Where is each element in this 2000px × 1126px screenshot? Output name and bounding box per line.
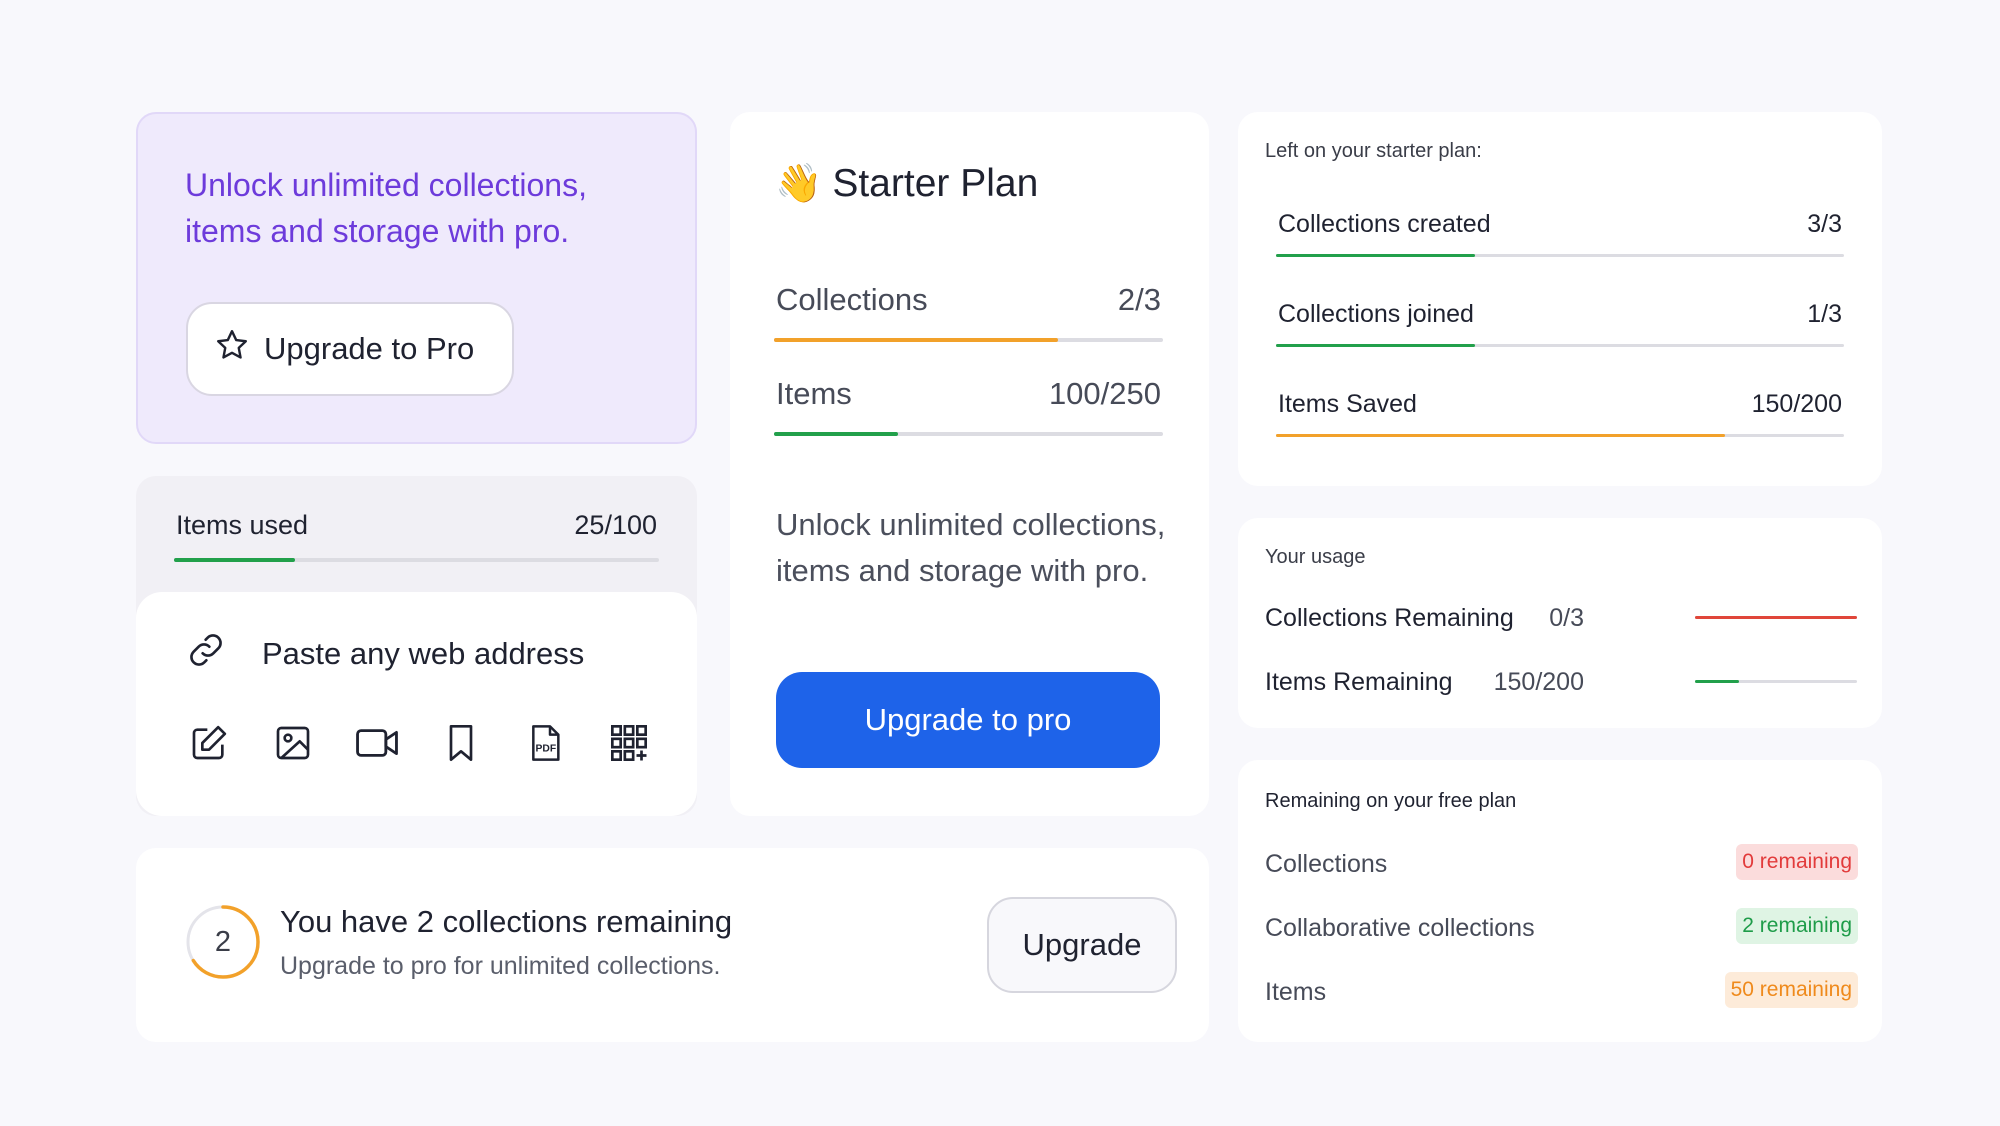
items-used-progress-fill <box>174 558 296 562</box>
starter-description: Unlock unlimited collections, items and … <box>776 507 1166 588</box>
grid-add-icon[interactable] <box>606 720 652 766</box>
items-saved-progress-fill <box>1276 434 1725 437</box>
your-usage-label: Your usage <box>1265 546 1366 568</box>
collections-joined-row: Collections joined 1/3 <box>1278 300 1842 329</box>
collections-created-progress-fill <box>1276 254 1475 257</box>
starter-items-progress-fill <box>774 432 899 436</box>
items-saved-label: Items Saved <box>1278 390 1417 418</box>
collections-joined-progress-fill <box>1276 344 1475 347</box>
remaining-count: 2 <box>214 925 232 958</box>
upgrade-to-pro-button[interactable]: Upgrade to Pro <box>186 302 514 396</box>
starter-collections-value: 2/3 <box>1117 282 1161 317</box>
items-remaining-progress <box>1695 680 1857 683</box>
starter-collections-label: Collections <box>776 282 928 317</box>
pdf-icon[interactable]: PDF <box>522 720 568 766</box>
items-remaining-label: Items Remaining <box>1265 668 1453 696</box>
starter-plan-title: 👋 Starter Plan <box>775 162 1038 206</box>
edit-icon[interactable] <box>186 720 232 766</box>
bookmark-icon[interactable] <box>438 720 484 766</box>
waving-hand-icon: 👋 <box>775 163 823 205</box>
free-items-label: Items <box>1265 978 1327 1006</box>
upgrade-to-pro-primary-button[interactable]: Upgrade to pro <box>776 672 1160 768</box>
starter-items-row: Items 100/250 <box>776 376 1161 412</box>
banner-title: You have 2 collections remaining <box>280 904 733 939</box>
free-collections-badge: 0 remaining <box>1736 844 1858 880</box>
items-remaining-progress-fill <box>1695 680 1739 683</box>
starter-plan-card: 👋 Starter Plan Collections 2/3 Items 100… <box>730 112 1209 816</box>
items-used-progress <box>174 558 659 562</box>
free-collections-label: Collections <box>1265 850 1388 878</box>
collections-created-row: Collections created 3/3 <box>1278 210 1842 239</box>
collections-remaining-progress-fill <box>1695 616 1857 619</box>
free-collaborative-badge: 2 remaining <box>1736 908 1858 944</box>
image-icon[interactable] <box>270 720 316 766</box>
items-remaining-value: 150/200 <box>1493 668 1584 696</box>
left-on-starter-card: Left on your starter plan: Collections c… <box>1238 112 1882 486</box>
promo-text: Unlock unlimited collections, items and … <box>185 167 587 249</box>
left-on-starter-label: Left on your starter plan: <box>1265 140 1482 162</box>
collections-created-progress <box>1276 254 1844 257</box>
video-icon[interactable] <box>354 720 400 766</box>
collections-created-label: Collections created <box>1278 210 1491 238</box>
collections-joined-value: 1/3 <box>1807 300 1842 328</box>
upgrade-button[interactable]: Upgrade <box>987 897 1177 993</box>
svg-text:PDF: PDF <box>535 743 556 754</box>
items-used-value: 25/100 <box>574 510 657 540</box>
items-saved-row: Items Saved 150/200 <box>1278 390 1842 419</box>
collections-remaining-banner: 2 You have 2 collections remaining Upgra… <box>136 848 1209 1042</box>
free-collaborative-label: Collaborative collections <box>1265 914 1535 942</box>
paste-address-input[interactable]: Paste any web address <box>186 630 584 678</box>
starter-items-progress <box>774 432 1163 436</box>
starter-collections-progress-fill <box>774 338 1058 342</box>
banner-subtitle: Upgrade to pro for unlimited collections… <box>280 952 721 980</box>
starter-collections-progress <box>774 338 1163 342</box>
collections-joined-progress <box>1276 344 1844 347</box>
link-icon <box>186 630 226 678</box>
starter-items-value: 100/250 <box>1048 376 1161 411</box>
paste-address-placeholder: Paste any web address <box>262 636 585 671</box>
star-icon <box>214 327 250 371</box>
starter-plan-title-text: Starter Plan <box>832 162 1039 205</box>
collections-joined-label: Collections joined <box>1278 300 1474 328</box>
starter-items-label: Items <box>776 376 852 411</box>
items-used-label: Items used <box>176 510 309 540</box>
your-usage-card: Your usage Collections Remaining 0/3 Ite… <box>1238 518 1882 728</box>
collections-remaining-progress <box>1695 616 1857 619</box>
starter-collections-row: Collections 2/3 <box>776 282 1161 318</box>
upgrade-promo-card: Unlock unlimited collections, items and … <box>136 112 697 444</box>
collections-created-value: 3/3 <box>1807 210 1842 238</box>
free-items-badge: 50 remaining <box>1724 972 1858 1008</box>
paste-address-card: Paste any web address PDF <box>136 592 697 816</box>
upgrade-to-pro-label: Upgrade to Pro <box>264 331 475 366</box>
collections-remaining-value: 0/3 <box>1549 604 1584 632</box>
items-saved-value: 150/200 <box>1751 390 1842 418</box>
free-plan-remaining-card: Remaining on your free plan Collections … <box>1238 760 1882 1042</box>
items-saved-progress <box>1276 434 1844 437</box>
free-plan-label: Remaining on your free plan <box>1265 790 1517 812</box>
